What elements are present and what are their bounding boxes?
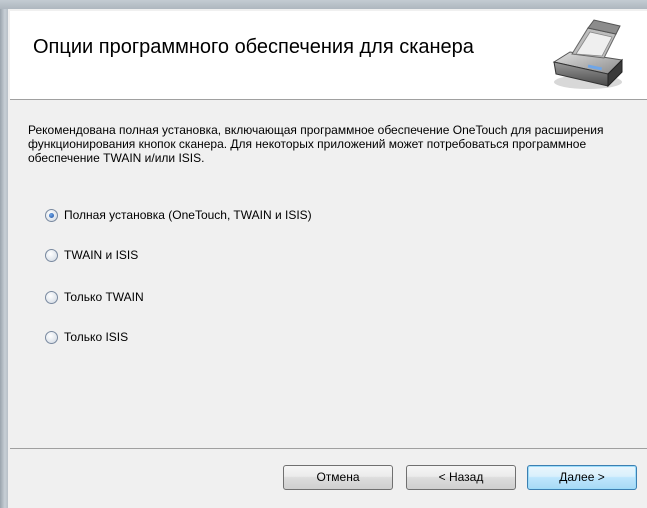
content-panel: Рекомендована полная установка, включающ…: [10, 100, 647, 440]
installer-window: Опции программного обеспечения для скане…: [0, 0, 647, 508]
next-button[interactable]: Далее >: [527, 465, 637, 490]
scanner-icon: [552, 19, 624, 89]
option-label: Полная установка (OneTouch, TWAIN и ISIS…: [64, 208, 312, 222]
option-twain-isis[interactable]: TWAIN и ISIS: [45, 247, 138, 263]
back-button[interactable]: < Назад: [406, 465, 516, 490]
button-bar: Отмена < Назад Далее >: [10, 451, 647, 508]
option-isis-only[interactable]: Только ISIS: [45, 329, 128, 345]
window-frame-left: [0, 0, 8, 508]
description-text: Рекомендована полная установка, включающ…: [28, 123, 604, 165]
page-title: Опции программного обеспечения для скане…: [33, 36, 474, 58]
radio-button[interactable]: [45, 248, 58, 262]
header-panel: Опции программного обеспечения для скане…: [10, 11, 647, 100]
cancel-button[interactable]: Отмена: [283, 465, 393, 490]
option-full-install[interactable]: Полная установка (OneTouch, TWAIN и ISIS…: [45, 207, 312, 223]
radio-button[interactable]: [45, 330, 58, 344]
radio-button[interactable]: [45, 290, 58, 304]
option-twain-only[interactable]: Только TWAIN: [45, 289, 144, 305]
option-label: TWAIN и ISIS: [64, 248, 139, 262]
radio-button-checked[interactable]: [45, 208, 58, 222]
option-label: Только ISIS: [64, 330, 129, 344]
window-frame-top: [0, 0, 647, 9]
option-label: Только TWAIN: [64, 290, 144, 304]
